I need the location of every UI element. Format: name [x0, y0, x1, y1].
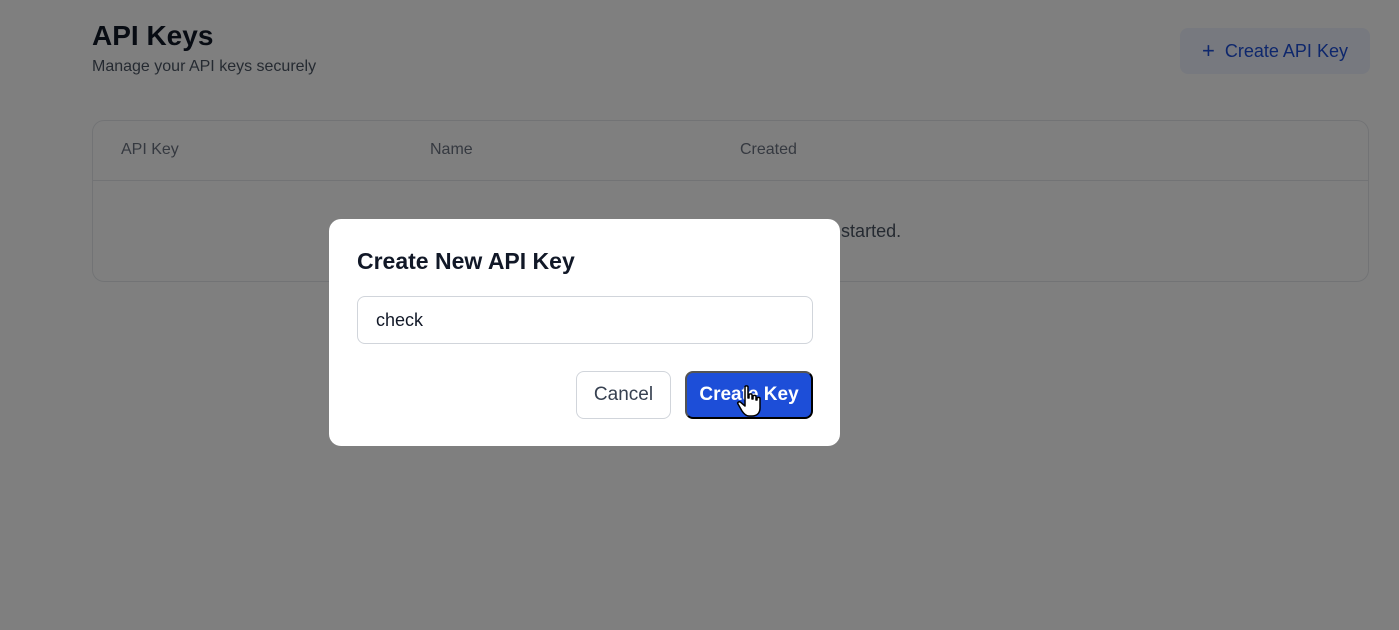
dialog-title: Create New API Key [357, 248, 575, 274]
cancel-button[interactable]: Cancel [576, 371, 671, 419]
create-api-key-dialog: Create New API Key Cancel Create Key [329, 219, 840, 446]
hand-pointer-cursor-icon [737, 385, 761, 417]
api-keys-page: API Keys Manage your API keys securely +… [0, 0, 1399, 630]
api-key-name-input[interactable] [357, 296, 813, 344]
